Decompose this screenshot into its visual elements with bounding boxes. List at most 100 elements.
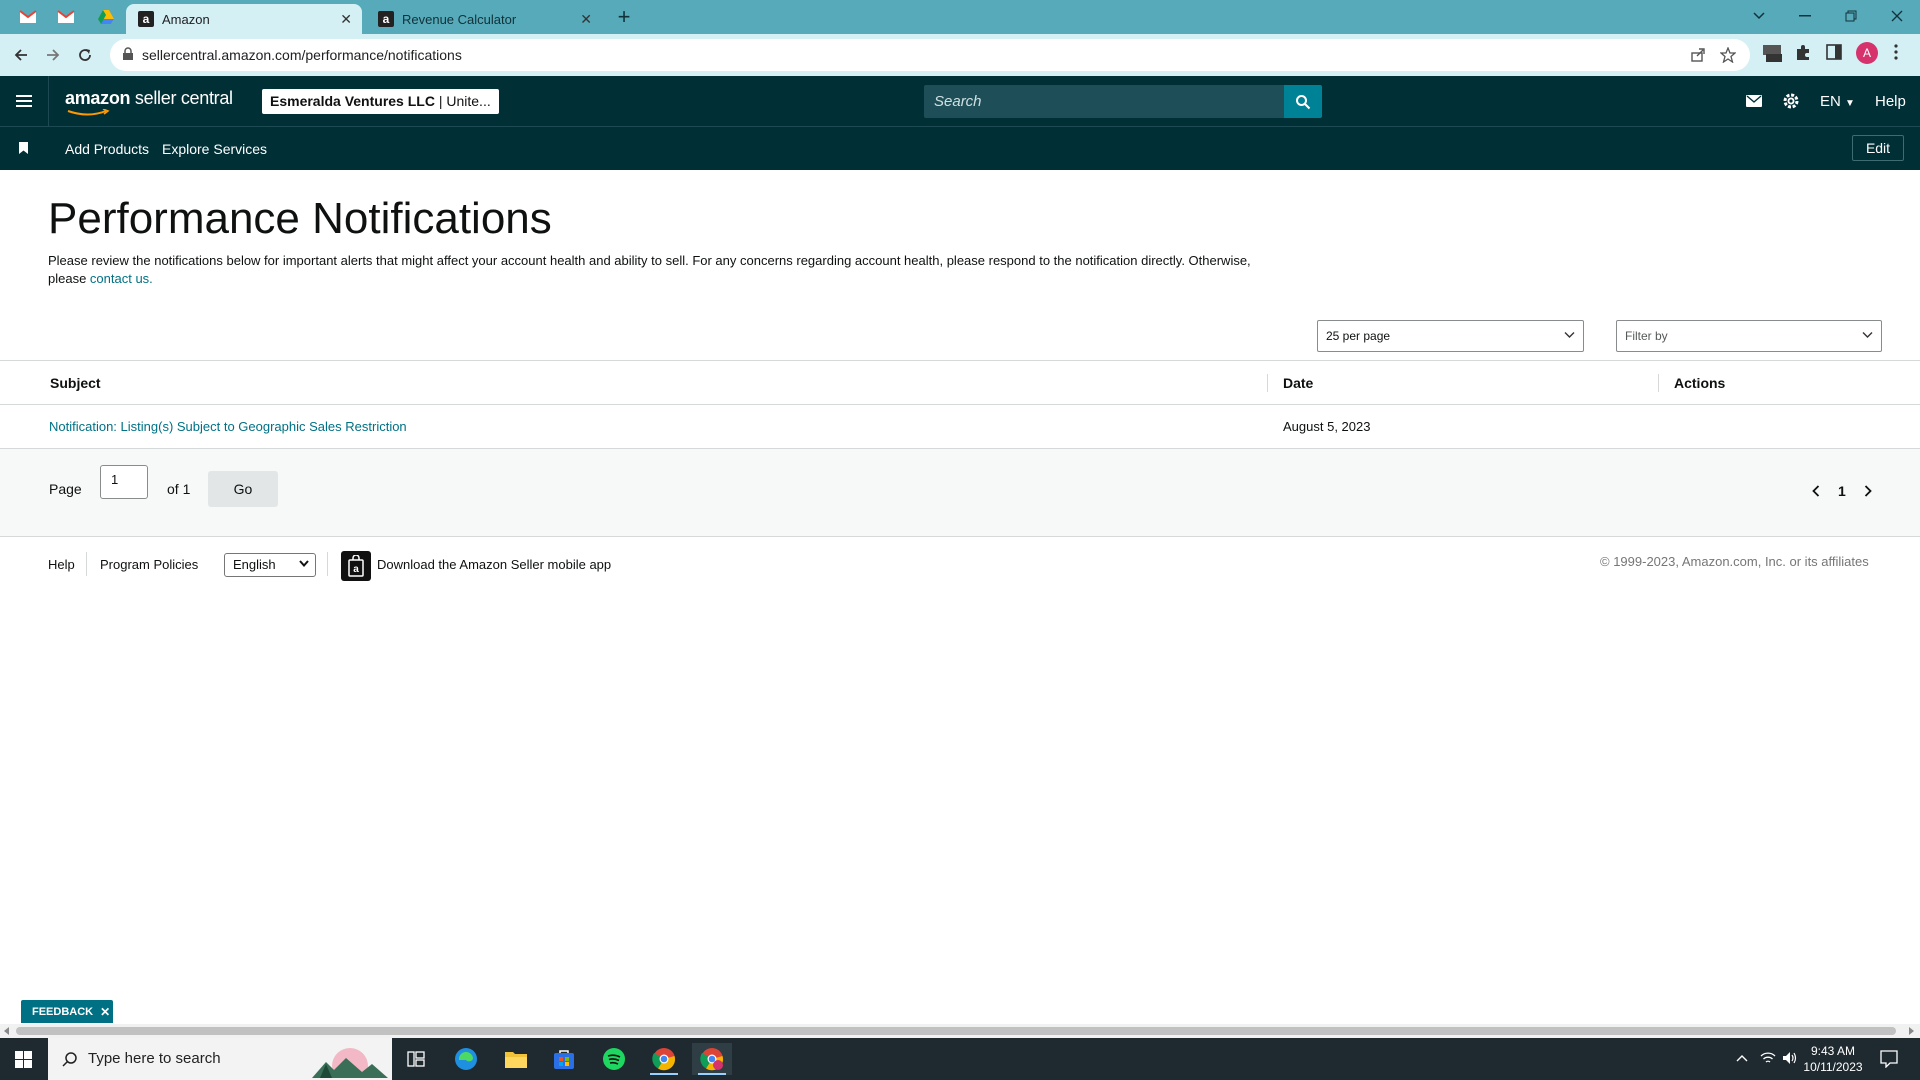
minimize-icon [1799, 15, 1811, 17]
browser-tab-bar: a Amazon ✕ a Revenue Calculator ✕ + [0, 0, 1920, 34]
language-selector[interactable]: EN ▼ [1820, 93, 1855, 110]
extension-off-icon[interactable] [1762, 44, 1782, 62]
volume-icon[interactable] [1782, 1051, 1798, 1065]
reload-button[interactable] [72, 42, 98, 68]
arrow-right-icon [47, 49, 60, 61]
page-label: Page [49, 481, 82, 497]
puzzle-icon[interactable] [1794, 44, 1812, 62]
taskbar-chrome[interactable] [644, 1043, 684, 1075]
tab-search-button[interactable] [1736, 0, 1782, 32]
bookmark-icon[interactable] [19, 142, 28, 154]
chevron-left-icon[interactable] [1812, 485, 1820, 497]
search-input[interactable]: Search [924, 85, 1284, 118]
download-app-link[interactable]: Download the Amazon Seller mobile app [377, 557, 611, 572]
chrome-profile-icon [700, 1048, 724, 1071]
close-icon[interactable]: ✕ [100, 1005, 110, 1019]
pagination-bar: Page 1 of 1 Go 1 [0, 449, 1920, 537]
tab-title: Revenue Calculator [402, 11, 517, 27]
arrow-left-icon [14, 49, 27, 61]
forward-button[interactable] [40, 42, 66, 68]
taskbar-edge[interactable] [446, 1043, 486, 1075]
filter-dropdown[interactable]: Filter by [1616, 320, 1882, 352]
tab-amazon[interactable]: a Amazon ✕ [126, 4, 362, 34]
notification-center-icon[interactable] [1880, 1050, 1898, 1068]
clock-time: 9:43 AM [1810, 1044, 1856, 1058]
lock-icon [123, 47, 133, 60]
taskbar-search-box[interactable]: Type here to search [48, 1038, 392, 1080]
profile-avatar[interactable]: A [1856, 42, 1878, 64]
close-tab-icon[interactable]: ✕ [340, 11, 352, 28]
program-policies-link[interactable]: Program Policies [100, 557, 198, 572]
restore-button[interactable] [1828, 0, 1874, 32]
edit-button[interactable]: Edit [1852, 135, 1904, 161]
chevron-up-icon[interactable] [1736, 1054, 1748, 1062]
scroll-left-icon[interactable] [4, 1027, 10, 1035]
windows-start-icon[interactable] [15, 1051, 32, 1068]
gmail-pinned-tab[interactable] [10, 5, 46, 29]
gmail-pinned-tab[interactable] [48, 5, 84, 29]
help-link[interactable]: Help [1875, 93, 1906, 110]
mail-icon[interactable] [1746, 95, 1762, 107]
share-icon[interactable] [1690, 47, 1706, 63]
network-icon[interactable] [1760, 1051, 1776, 1065]
back-button[interactable] [8, 42, 34, 68]
column-header-actions: Actions [1674, 375, 1726, 391]
taskbar-spotify[interactable] [594, 1043, 634, 1075]
task-view-button[interactable] [396, 1043, 436, 1075]
feedback-label: FEEDBACK [32, 1005, 94, 1018]
address-bar[interactable]: sellercentral.amazon.com/performance/not… [110, 39, 1750, 71]
footer-language-select[interactable]: English [224, 553, 316, 577]
amazon-smile-icon [67, 109, 110, 116]
column-divider [1658, 374, 1659, 392]
page-number-input[interactable]: 1 [100, 465, 148, 499]
account-switcher[interactable]: Esmeralda Ventures LLC | Unite... [262, 89, 499, 114]
feedback-tab[interactable]: FEEDBACK ✕ [21, 1000, 113, 1023]
bookmark-bar: Add Products Explore Services Edit [0, 126, 1920, 170]
notification-date: August 5, 2023 [1283, 419, 1371, 434]
side-panel-icon[interactable] [1826, 44, 1842, 60]
notification-subject-link[interactable]: Notification: Listing(s) Subject to Geog… [49, 419, 407, 434]
taskbar-file-explorer[interactable] [496, 1043, 536, 1075]
column-header-subject[interactable]: Subject [50, 375, 101, 391]
per-page-dropdown[interactable]: 25 per page [1317, 320, 1584, 352]
close-tab-icon[interactable]: ✕ [580, 11, 592, 28]
footer-help-link[interactable]: Help [48, 557, 75, 572]
scrollbar-thumb[interactable] [16, 1027, 1896, 1035]
explore-services-link[interactable]: Explore Services [162, 141, 267, 157]
reload-icon [79, 49, 91, 61]
star-icon[interactable] [1720, 47, 1736, 63]
contact-us-link[interactable]: contact us. [90, 271, 153, 286]
tab-revenue-calculator[interactable]: a Revenue Calculator ✕ [366, 4, 602, 34]
intro-body: Please review the notifications below fo… [48, 253, 1251, 286]
tab-title: Amazon [162, 11, 210, 27]
kebab-menu-icon[interactable] [1894, 44, 1898, 60]
chevron-right-icon[interactable] [1864, 485, 1872, 497]
hamburger-menu-icon[interactable] [16, 94, 32, 108]
add-products-link[interactable]: Add Products [65, 141, 149, 157]
clock-date: 10/11/2023 [1803, 1060, 1863, 1074]
gear-icon[interactable] [1782, 92, 1800, 110]
amazon-favicon-icon: a [378, 11, 394, 27]
system-clock[interactable]: 9:43 AM 10/11/2023 [1798, 1043, 1868, 1075]
column-header-date[interactable]: Date [1283, 375, 1313, 391]
page-number-link[interactable]: 1 [1838, 483, 1846, 499]
new-tab-button[interactable]: + [606, 4, 642, 29]
taskbar-store[interactable] [544, 1043, 584, 1075]
close-window-button[interactable] [1874, 0, 1920, 32]
go-button[interactable]: Go [208, 471, 278, 507]
logo-product: seller central [130, 88, 233, 108]
search-highlight-icon [312, 1048, 388, 1078]
amazon-app-icon[interactable]: a [341, 551, 371, 581]
seller-central-logo[interactable]: amazon seller central [65, 88, 233, 109]
horizontal-scrollbar[interactable] [0, 1024, 1920, 1038]
page-total: of 1 [167, 481, 191, 497]
drive-pinned-tab[interactable] [88, 5, 124, 29]
drive-icon [98, 10, 114, 24]
folder-icon [505, 1052, 527, 1068]
search-button[interactable] [1284, 85, 1322, 118]
scroll-right-icon[interactable] [1908, 1027, 1914, 1035]
divider [48, 76, 49, 126]
taskbar-chrome-profile[interactable] [692, 1043, 732, 1075]
amazon-bag-icon: a [348, 555, 364, 577]
minimize-button[interactable] [1782, 0, 1828, 32]
